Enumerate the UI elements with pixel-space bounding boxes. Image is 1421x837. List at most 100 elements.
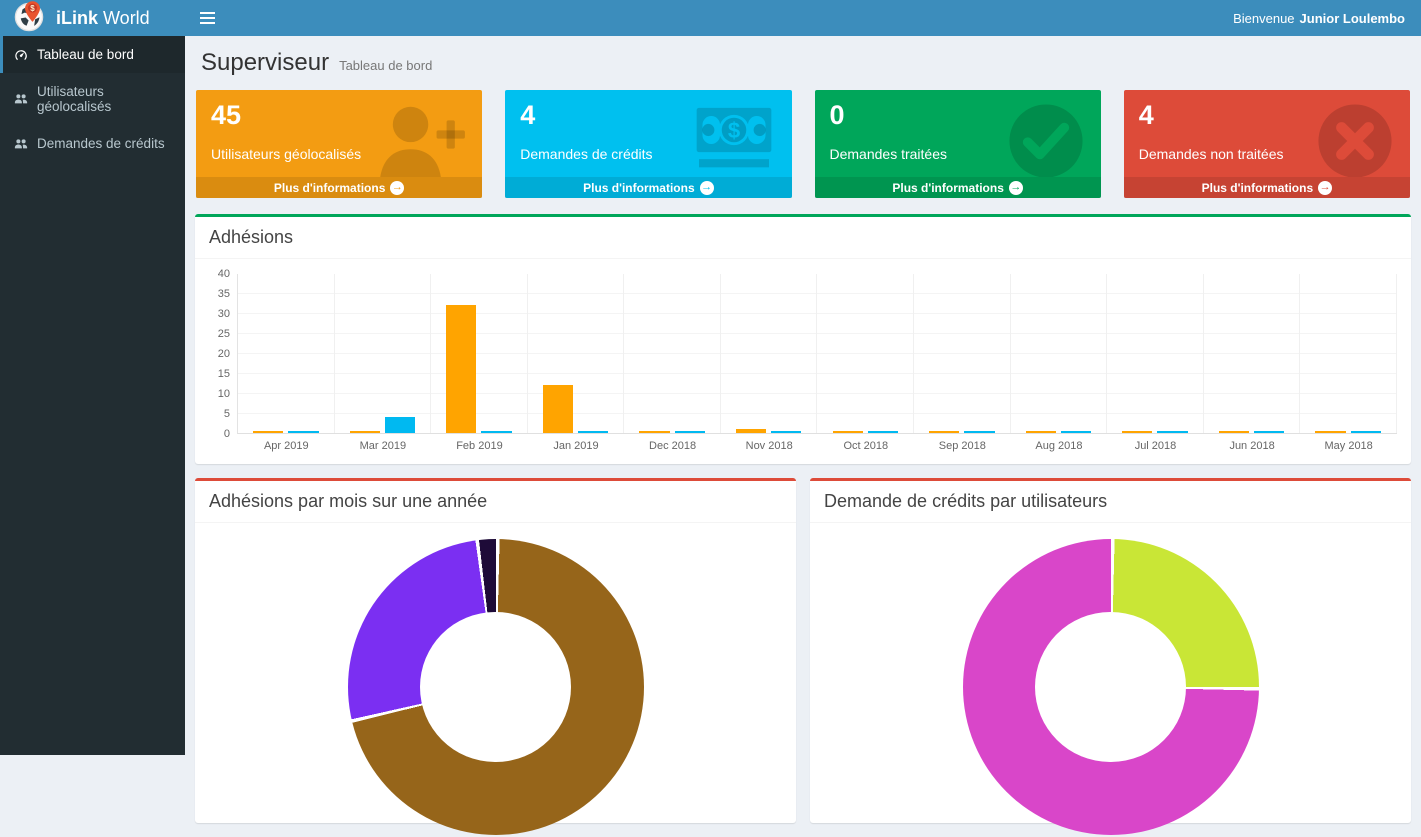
bar-group — [335, 274, 432, 433]
bar-series-orange — [543, 385, 573, 433]
y-tick-label: 20 — [218, 348, 230, 360]
welcome-username: Junior Loulembo — [1300, 11, 1405, 26]
chart-title: Adhésions par mois sur une année — [195, 481, 796, 523]
bar-series-orange — [736, 429, 766, 433]
bar-series-cyan — [288, 431, 318, 433]
bar-series-cyan — [385, 417, 415, 433]
more-info-link[interactable]: Plus d'informations → — [505, 177, 791, 198]
bar-series-cyan — [868, 431, 898, 433]
y-tick-label: 25 — [218, 328, 230, 340]
bar-group — [1107, 274, 1204, 433]
more-info-link[interactable]: Plus d'informations → — [196, 177, 482, 198]
page-title: Superviseur — [201, 49, 329, 77]
y-tick-label: 35 — [218, 288, 230, 300]
cash-icon: $ — [692, 102, 776, 177]
bar-series-orange — [639, 431, 669, 433]
main-content: Superviseur Tableau de bord 45 Utilisate… — [185, 36, 1421, 837]
sidebar-toggle-button[interactable] — [185, 0, 229, 36]
x-tick-label: Sep 2018 — [914, 440, 1011, 452]
welcome-prefix: Bienvenue — [1233, 11, 1294, 26]
more-info-label: Plus d'informations — [1202, 181, 1314, 195]
sidebar-item-utilisateurs-geolocalises[interactable]: Utilisateurs géolocalisés — [0, 73, 185, 125]
x-tick-label: Feb 2019 — [431, 440, 528, 452]
arrow-circle-right-icon: → — [390, 181, 404, 195]
x-tick-label: Dec 2018 — [624, 440, 721, 452]
bar-group — [721, 274, 818, 433]
x-tick-label: May 2018 — [1300, 440, 1397, 452]
bar-series-orange — [929, 431, 959, 433]
bar-group — [431, 274, 528, 433]
bar-chart-y-axis: 0510152025303540 — [209, 274, 237, 434]
adhesions-chart-card: Adhésions 0510152025303540 Apr 2019Mar 2… — [195, 214, 1411, 464]
donut-chart-credits — [963, 539, 1259, 835]
dollar-pin-icon: $ — [25, 1, 40, 22]
stat-box-body: 45 Utilisateurs géolocalisés — [196, 90, 482, 177]
x-tick-label: Apr 2019 — [238, 440, 335, 452]
bar-series-cyan — [675, 431, 705, 433]
brand-text: iLink World — [56, 8, 150, 29]
globe-logo-icon: $ — [14, 2, 46, 34]
more-info-label: Plus d'informations — [583, 181, 695, 195]
bar-series-cyan — [1061, 431, 1091, 433]
stat-boxes-row: 45 Utilisateurs géolocalisés Plus d'info… — [196, 90, 1410, 198]
users-icon — [14, 92, 28, 106]
chart-title: Adhésions — [195, 217, 1411, 259]
more-info-link[interactable]: Plus d'informations → — [1124, 177, 1410, 198]
y-tick-label: 15 — [218, 368, 230, 380]
donut-cards-row: Adhésions par mois sur une année Demande… — [195, 478, 1411, 837]
check-circle-icon — [1007, 102, 1085, 177]
bar-series-orange — [350, 431, 380, 433]
x-circle-icon — [1316, 102, 1394, 177]
bar-group — [1300, 274, 1397, 433]
bar-group — [1011, 274, 1108, 433]
user-plus-icon — [374, 102, 466, 177]
more-info-link[interactable]: Plus d'informations → — [815, 177, 1101, 198]
y-tick-label: 10 — [218, 388, 230, 400]
bar-series-cyan — [481, 431, 511, 433]
bar-series-orange — [1315, 431, 1345, 433]
x-tick-label: Oct 2018 — [817, 440, 914, 452]
stat-box-body: 0 Demandes traitées — [815, 90, 1101, 177]
arrow-circle-right-icon: → — [700, 181, 714, 195]
svg-text:$: $ — [30, 4, 35, 13]
stat-box-demandes-non-traitees: 4 Demandes non traitées Plus d'informati… — [1124, 90, 1410, 198]
sidebar-item-label: Demandes de crédits — [37, 136, 165, 151]
stat-box-demandes-traitees: 0 Demandes traitées Plus d'informations … — [815, 90, 1101, 198]
x-tick-label: Mar 2019 — [335, 440, 432, 452]
bar-series-orange — [446, 305, 476, 433]
bar-series-orange — [1122, 431, 1152, 433]
page-subtitle: Tableau de bord — [339, 58, 432, 73]
x-tick-label: Jul 2018 — [1107, 440, 1204, 452]
page-header: Superviseur Tableau de bord — [195, 36, 1411, 87]
bar-chart-x-labels: Apr 2019Mar 2019Feb 2019Jan 2019Dec 2018… — [237, 440, 1397, 452]
chart-title: Demande de crédits par utilisateurs — [810, 481, 1411, 523]
bar-series-cyan — [964, 431, 994, 433]
bar-group — [528, 274, 625, 433]
stat-box-body: 4 Demandes de crédits $ — [505, 90, 791, 177]
bar-series-orange — [1026, 431, 1056, 433]
y-tick-label: 40 — [218, 268, 230, 280]
credits-donut-card: Demande de crédits par utilisateurs — [810, 478, 1411, 823]
sidebar-item-tableau-de-bord[interactable]: Tableau de bord — [0, 36, 185, 73]
bar-group — [624, 274, 721, 433]
bar-series-cyan — [771, 431, 801, 433]
brand-link[interactable]: $ iLink World — [0, 0, 185, 36]
sidebar-item-label: Utilisateurs géolocalisés — [37, 84, 177, 114]
top-navbar: $ iLink World Bienvenue Junior Loulembo — [0, 0, 1421, 36]
more-info-label: Plus d'informations — [274, 181, 386, 195]
bar-series-cyan — [1351, 431, 1381, 433]
stat-box-body: 4 Demandes non traitées — [1124, 90, 1410, 177]
bar-series-orange — [833, 431, 863, 433]
bar-group — [817, 274, 914, 433]
sidebar-item-label: Tableau de bord — [37, 47, 134, 62]
bar-series-cyan — [578, 431, 608, 433]
x-tick-label: Nov 2018 — [721, 440, 818, 452]
adhesions-donut-card: Adhésions par mois sur une année — [195, 478, 796, 823]
sidebar-item-demandes-de-credits[interactable]: Demandes de crédits — [0, 125, 185, 162]
y-tick-label: 5 — [224, 408, 230, 420]
svg-text:$: $ — [727, 118, 740, 143]
welcome-text: Bienvenue Junior Loulembo — [1233, 0, 1421, 36]
bar-group — [914, 274, 1011, 433]
y-tick-label: 30 — [218, 308, 230, 320]
donut-chart-adhesions — [348, 539, 644, 835]
